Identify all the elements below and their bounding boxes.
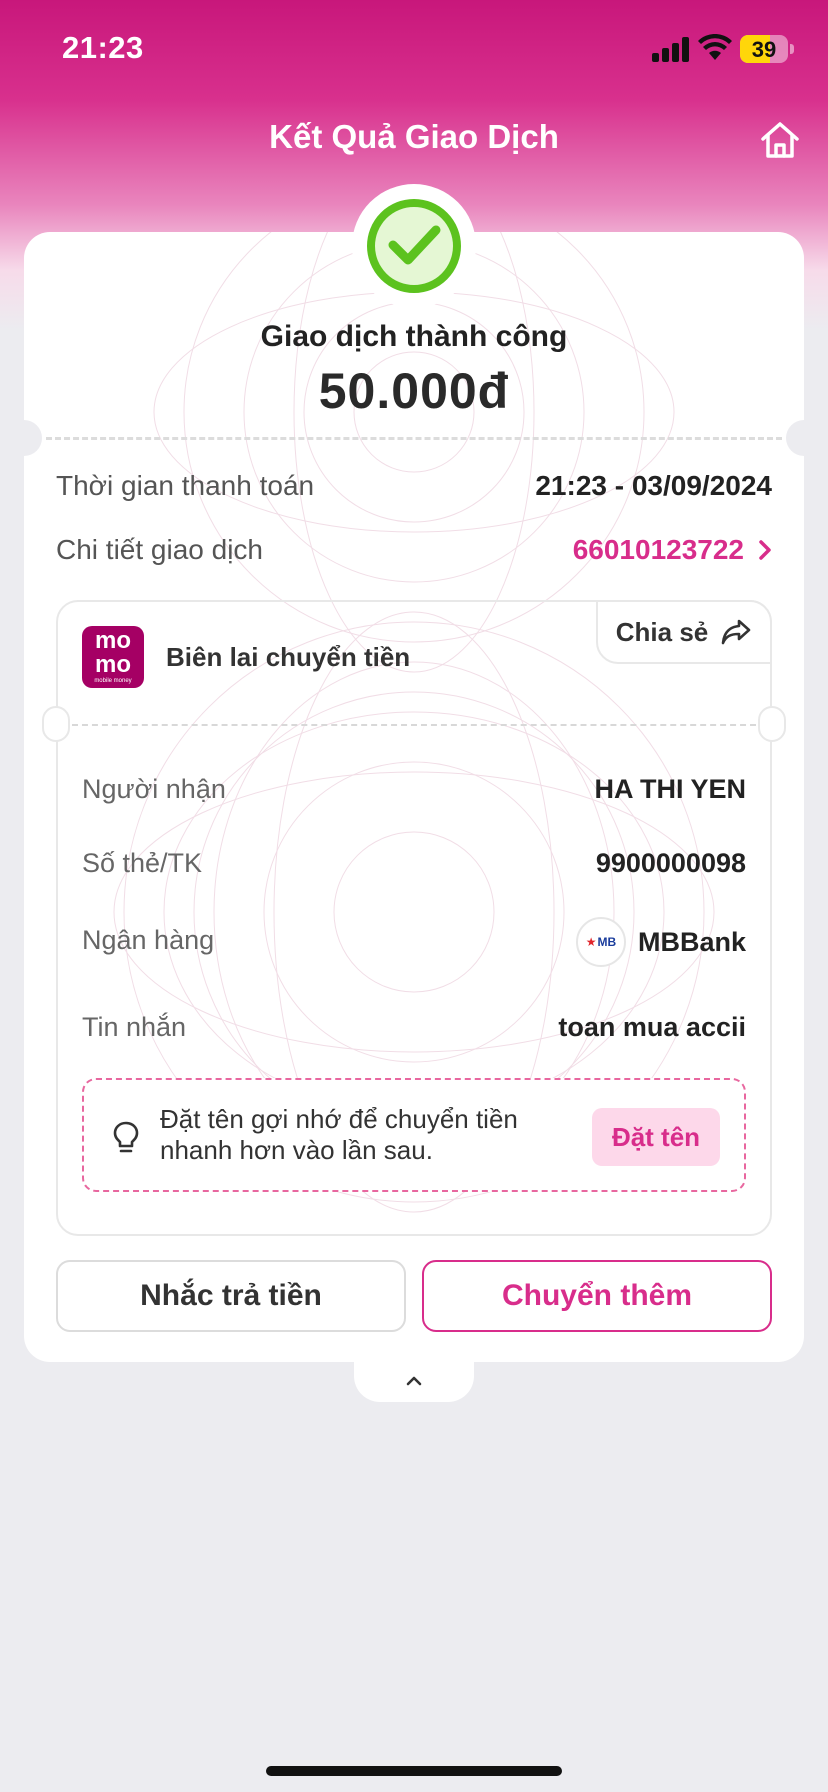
status-bar: 21:23 39 [0,0,828,100]
set-name-button[interactable]: Đặt tên [592,1108,720,1166]
cellular-signal-icon [652,36,692,62]
chevron-up-icon [406,1376,422,1386]
receipt-title: Biên lai chuyển tiền [166,642,411,672]
battery-level: 39 [751,37,777,62]
bank-value: ★ MB MBBank [575,917,746,967]
transaction-id: 66010123722 [572,534,744,565]
collapse-toggle[interactable] [354,1360,474,1402]
recipient-name: HA THI YEN [594,774,746,804]
transaction-detail-label: Chi tiết giao dịch [56,534,264,565]
mbbank-logo: ★ MB [575,917,626,967]
divider [46,437,782,440]
wifi-icon [698,34,732,60]
page-title: Kết Quả Giao Dịch [269,118,559,155]
share-label: Chia sẻ [615,616,709,647]
payment-time-label: Thời gian thanh toán [56,470,315,501]
transaction-result-card: Giao dịch thành công 50.000đ Thời gian t… [6,184,822,1402]
home-icon [761,122,799,158]
chevron-right-icon [759,540,771,560]
account-number: 9900000098 [595,848,746,878]
payment-time-value: 21:23 - 03/09/2024 [535,470,772,501]
home-button[interactable] [756,118,804,162]
hint-text: Đặt tên gợi nhớ để chuyển tiền nhanh hơn… [160,1104,518,1165]
receipt-divider [72,724,756,726]
status-time: 21:23 [62,30,144,65]
home-indicator [266,1766,562,1776]
bank-name: MBBank [637,926,746,957]
check-circle-icon [367,199,461,293]
momo-logo: mo mo mobile money [82,626,144,688]
success-title: Giao dịch thành công [260,320,568,353]
transaction-detail-link[interactable]: 66010123722 [573,534,772,566]
message-text: toan mua accii [558,1012,746,1042]
nickname-hint-box: Đặt tên gợi nhớ để chuyển tiền nhanh hơn… [82,1078,746,1192]
transaction-amount: 50.000đ [318,363,510,419]
battery-icon: 39 [740,35,788,63]
transfer-more-button[interactable]: Chuyển thêm [422,1260,772,1332]
lightbulb-icon [113,1121,139,1153]
remind-payment-button[interactable]: Nhắc trả tiền [56,1260,406,1332]
transfer-receipt: mo mo mobile money Biên lai chuyển tiền … [42,600,786,1236]
success-badge [352,184,476,308]
share-button[interactable]: Chia sẻ [596,600,772,664]
share-arrow-icon [721,619,751,645]
